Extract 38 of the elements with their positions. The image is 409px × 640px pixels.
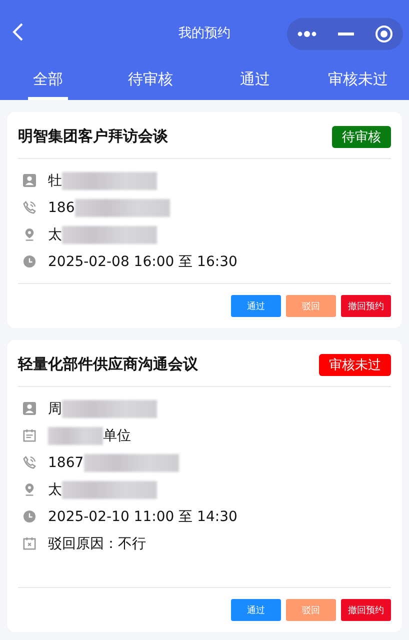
appointment-title: 轻量化部件供应商沟通会议 [18,355,198,374]
clock-icon [23,510,36,523]
page-title: 我的预约 [178,24,230,42]
location-pin-icon [23,483,36,496]
filter-tab[interactable]: 全部 [28,65,68,100]
filter-tab[interactable]: 通过 [240,65,328,100]
person-icon [23,402,36,415]
filter-tab[interactable]: 审核未过 [328,65,388,100]
redaction-blur [48,426,103,444]
appointment-title: 明智集团客户拜访会谈 [18,127,168,146]
detail-text: 2025-02-10 11:00 至 14:30 [48,508,238,526]
detail-text: 2025-02-08 16:00 至 16:30 [48,252,238,270]
action-button[interactable]: 撤回预约 [341,599,391,621]
clock-icon [23,255,36,268]
back-icon[interactable] [12,22,24,42]
calendar-icon [23,429,36,442]
detail-text: 186 [48,200,75,216]
phone-icon [23,456,36,469]
calendar-cancel-icon [23,537,36,550]
detail-text: 1867 [48,454,84,470]
action-button[interactable]: 通过 [231,599,281,621]
action-button[interactable]: 通过 [231,295,281,317]
status-tag: 审核未过 [319,354,391,376]
minimize-icon[interactable] [338,32,354,36]
detail-text: 太 [48,480,62,498]
action-button[interactable]: 撤回预约 [341,295,391,317]
detail-text: 牡 [48,172,62,190]
close-icon[interactable] [374,24,393,42]
detail-text: 周 [48,400,62,418]
detail-text: 驳回原因：不行 [48,534,146,552]
person-icon [23,174,36,187]
detail-text: 单位 [103,426,131,444]
phone-icon [23,201,36,214]
status-tag: 待审核 [332,126,391,148]
filter-tab[interactable]: 待审核 [128,65,240,100]
detail-text: 太 [48,226,62,244]
more-icon[interactable] [297,30,318,38]
location-pin-icon [23,228,36,241]
